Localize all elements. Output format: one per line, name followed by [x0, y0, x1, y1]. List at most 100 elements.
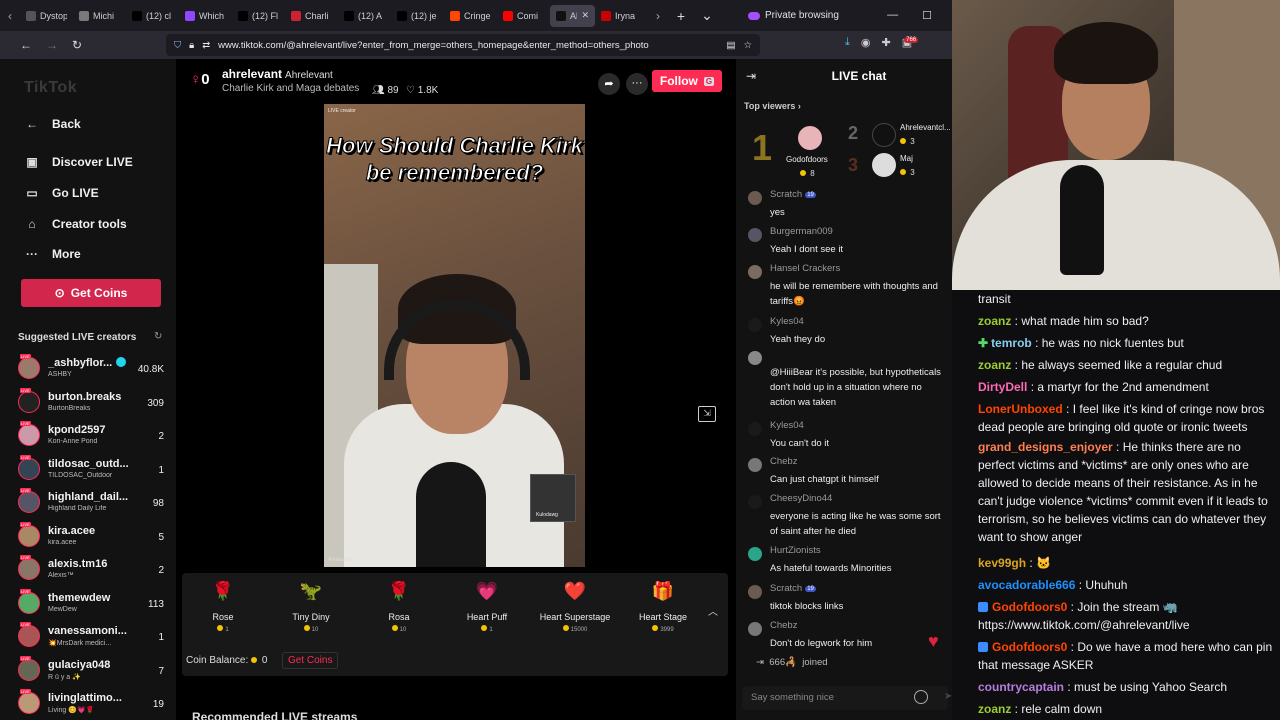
emoji-icon[interactable] — [914, 690, 928, 704]
get-coins-button[interactable]: ⊙ Get Coins — [21, 279, 161, 307]
suggested-creator[interactable]: LIVE tildosac_outd... TILDOSAC_Outdoor 1 — [18, 454, 166, 486]
sidebar-item-discover-live[interactable]: ▣ Discover LIVE — [24, 155, 132, 169]
gift-item[interactable]: 🌹 Rosa 10 — [359, 579, 439, 633]
creator-name[interactable]: themewdew — [48, 592, 130, 604]
twitch-username[interactable]: Godofdoors0 — [992, 640, 1067, 654]
top-viewer-avatar[interactable] — [872, 153, 896, 177]
avatar[interactable]: LIVE — [18, 421, 40, 446]
mini-guest-window[interactable]: Kulodawg — [530, 474, 576, 522]
creator-name[interactable]: burton.breaks — [48, 391, 130, 403]
address-bar[interactable]: ⛉ 🔒︎ ⇄ www.tiktok.com/@ahrelevant/live?e… — [166, 34, 760, 56]
creator-name[interactable]: vanessamoni... — [48, 625, 130, 637]
maximize-button[interactable]: ☐ — [922, 9, 932, 22]
sidebar-item-more[interactable]: ··· More — [24, 247, 81, 261]
top-viewer-name[interactable]: Ahrelevantcl... — [900, 123, 951, 132]
suggested-creator[interactable]: LIVE themewdew MewDew 113 — [18, 588, 166, 620]
avatar[interactable] — [748, 458, 762, 472]
suggested-creator[interactable]: LIVE alexis.tm16 Alexis™ 2 — [18, 555, 166, 586]
twitch-username[interactable]: zoanz — [978, 314, 1011, 328]
picture-in-picture-icon[interactable]: ⇲ — [698, 406, 716, 422]
tab-scroll-left-icon[interactable]: ‹ — [0, 9, 20, 23]
minimize-button[interactable]: — — [887, 9, 898, 22]
suggested-creator[interactable]: LIVE kira.acee kira.acee 5 — [18, 521, 166, 553]
avatar[interactable] — [748, 622, 762, 636]
share-icon[interactable]: ➦ — [598, 73, 620, 95]
creator-name[interactable]: _ashbyflor... — [48, 357, 130, 369]
live-video[interactable]: LIVE creator How Should Charlie Kirk be … — [324, 104, 585, 567]
tab-list-chevron-icon[interactable]: ⌄ — [694, 7, 720, 24]
twitch-username[interactable]: zoanz — [978, 358, 1011, 372]
creator-name[interactable]: livinglattimo... — [48, 692, 130, 704]
chevron-up-icon[interactable]: ︿ — [708, 603, 718, 618]
avatar[interactable]: LIVE — [18, 689, 40, 714]
chat-username[interactable]: Kyles04 — [770, 316, 804, 327]
twitch-username[interactable]: grand_designs_enjoyer — [978, 440, 1113, 454]
avatar[interactable]: LIVE — [18, 387, 40, 413]
avatar[interactable] — [748, 585, 762, 599]
refresh-icon[interactable]: ↻ — [154, 331, 162, 342]
avatar[interactable] — [748, 547, 762, 561]
suggested-creator[interactable]: LIVE highland_dail... Highland Daily Life 9… — [18, 488, 166, 519]
avatar[interactable] — [748, 495, 762, 509]
chat-username[interactable]: Burgerman009 — [770, 226, 833, 237]
suggested-creator[interactable]: LIVE kpond2597 Kori-Anne Pond 2 — [18, 421, 166, 452]
twitch-username[interactable]: temrob — [991, 336, 1032, 350]
avatar[interactable]: LIVE — [18, 354, 40, 379]
browser-tab[interactable]: Iryna — [595, 5, 648, 27]
more-options-icon[interactable]: ··· — [626, 73, 648, 95]
creator-name[interactable]: kpond2597 — [48, 424, 130, 436]
chat-username[interactable]: Hansel Crackers — [770, 263, 840, 274]
host-name[interactable]: ahrelevant Ahrelevant — [222, 67, 333, 81]
shield-icon[interactable]: ⛉ — [174, 40, 181, 51]
tiktok-logo[interactable]: TikTok — [24, 79, 77, 97]
twitch-username[interactable]: DirtyDell — [978, 380, 1027, 394]
browser-tab[interactable]: (12) cl — [126, 5, 179, 27]
creator-name[interactable]: tildosac_outd... — [48, 458, 130, 470]
tab-scroll-right-icon[interactable]: › — [648, 9, 668, 23]
top-viewers-link[interactable]: Top viewers › — [744, 101, 801, 111]
avatar[interactable] — [748, 318, 762, 332]
browser-tab[interactable]: Which — [179, 5, 232, 27]
permissions-icon[interactable]: ⇄ — [202, 40, 210, 51]
browser-tab[interactable]: (12) je — [391, 5, 444, 27]
avatar[interactable]: LIVE — [18, 622, 40, 647]
extension-counter-icon[interactable]: ▣766 — [902, 36, 926, 49]
url-text[interactable]: www.tiktok.com/@ahrelevant/live?enter_fr… — [218, 40, 649, 51]
browser-tab[interactable]: Dystop — [20, 5, 73, 27]
extensions-icon[interactable]: ✚ — [881, 36, 890, 49]
twitch-username[interactable]: kev99gh — [978, 556, 1026, 570]
account-icon[interactable]: ◉ — [861, 36, 871, 49]
suggested-creator[interactable]: LIVE burton.breaks BurtonBreaks 309 — [18, 387, 166, 419]
creator-name[interactable]: kira.acee — [48, 525, 130, 537]
browser-tab[interactable]: Ah ✕ — [550, 4, 595, 27]
chat-username[interactable]: Chebz — [770, 456, 797, 467]
back-arrow-icon[interactable]: ← — [20, 38, 32, 52]
reload-icon[interactable]: ↻ — [72, 38, 82, 52]
like-heart-button[interactable]: ♥ — [928, 631, 939, 652]
browser-tab[interactable]: (12) Fl — [232, 5, 285, 27]
suggested-creator[interactable]: LIVE livinglattimo... Living 😊💗🌹 19 — [18, 689, 166, 720]
sidebar-item-go-live[interactable]: ▭ Go LIVE — [24, 186, 98, 200]
gift-item[interactable]: 🌹 Rose 1 — [183, 579, 263, 633]
avatar[interactable] — [748, 265, 762, 279]
twitch-username[interactable]: LonerUnboxed — [978, 402, 1063, 416]
avatar[interactable]: LIVE — [18, 655, 40, 681]
chat-username[interactable]: Kyles04 — [770, 420, 804, 431]
avatar[interactable]: LIVE — [18, 555, 40, 580]
chat-username[interactable]: Scratch 19 — [770, 583, 816, 594]
chat-username[interactable]: CheesyDino44 — [770, 493, 832, 504]
avatar[interactable]: LIVE — [18, 488, 40, 513]
download-icon[interactable]: ⤓ — [845, 36, 850, 49]
chat-username[interactable]: Scratch 19 — [770, 189, 816, 200]
gift-item[interactable]: 🦖 Tiny Diny 10 — [271, 579, 351, 633]
bookmark-star-icon[interactable]: ☆ — [743, 40, 752, 51]
reader-view-icon[interactable]: ▤ — [726, 40, 735, 51]
avatar[interactable]: LIVE — [18, 521, 40, 547]
gift-item[interactable]: ❤️ Heart Superstage 15000 — [535, 579, 615, 633]
browser-tab[interactable]: Cringe — [444, 5, 497, 27]
creator-name[interactable]: gulaciya048 — [48, 659, 130, 671]
twitch-username[interactable]: Godofdoors0 — [992, 600, 1067, 614]
top-viewer-avatar[interactable] — [872, 123, 896, 147]
gift-item[interactable]: 💗 Heart Puff 1 — [447, 579, 527, 633]
top-viewer-name[interactable]: Maj — [900, 154, 913, 163]
